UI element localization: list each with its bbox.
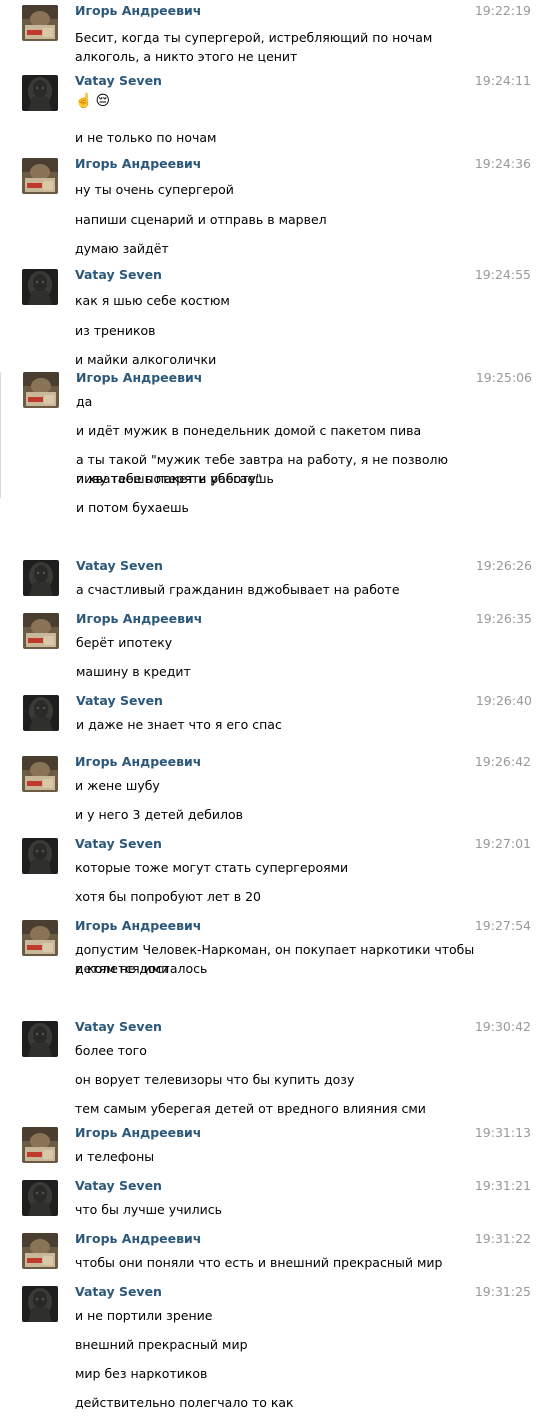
message-text: как я шью себе костюм <box>75 293 230 308</box>
message-text: и не портили зрение <box>75 1308 213 1323</box>
message-text: он ворует телевизоры что бы купить дозу <box>75 1072 355 1087</box>
message-text: и колется ими <box>75 961 170 976</box>
avatar-igor[interactable] <box>22 756 58 792</box>
author-name[interactable]: Игорь Андреевич <box>75 754 201 769</box>
message-text: и жене шубу <box>75 778 160 793</box>
author-name[interactable]: Игорь Андреевич <box>75 156 201 171</box>
pointing-up-emoji: ☝️ <box>75 93 93 109</box>
message-text: мир без наркотиков <box>75 1366 208 1381</box>
author-name[interactable]: Vatay Seven <box>75 1019 162 1034</box>
message-emoji: ☝️ 😔 <box>75 92 475 111</box>
message-text: и не только по ночам <box>75 130 217 145</box>
message-text: и потом бухаешь <box>76 500 189 515</box>
avatar-vatay[interactable] <box>23 695 59 731</box>
message-time[interactable]: 19:24:36 <box>475 156 531 171</box>
author-name[interactable]: Игорь Андреевич <box>75 918 201 933</box>
message-text: что бы лучше учились <box>75 1202 222 1217</box>
message-time[interactable]: 19:31:21 <box>475 1178 531 1193</box>
author-name[interactable]: Игорь Андреевич <box>76 370 202 385</box>
author-name[interactable]: Vatay Seven <box>75 1178 162 1193</box>
author-name[interactable]: Игорь Андреевич <box>76 611 202 626</box>
message-text: которые тоже могут стать супергероями <box>75 860 349 875</box>
message-text: тем самым уберегая детей от вредного вли… <box>75 1101 426 1116</box>
author-name[interactable]: Vatay Seven <box>75 836 162 851</box>
message-text: ну ты очень супергерой <box>75 182 234 197</box>
message-text: и майки алкоголички <box>75 352 217 367</box>
avatar-vatay[interactable] <box>22 1180 58 1216</box>
message-text: и даже не знает что я его спас <box>76 717 282 732</box>
message-time[interactable]: 19:27:01 <box>475 836 531 851</box>
avatar-igor[interactable] <box>22 920 58 956</box>
message-time[interactable]: 19:31:22 <box>475 1231 531 1246</box>
message-text: да <box>76 394 93 409</box>
avatar-igor[interactable] <box>22 158 58 194</box>
avatar-igor[interactable] <box>22 5 58 41</box>
message-time[interactable]: 19:31:13 <box>475 1125 531 1140</box>
avatar-igor[interactable] <box>23 613 59 649</box>
message-time[interactable]: 19:27:54 <box>475 918 531 933</box>
message-time[interactable]: 19:25:06 <box>476 370 532 385</box>
avatar-igor[interactable] <box>22 1127 58 1163</box>
message-text: и хватаешь пакет и убегаешь <box>76 471 274 486</box>
avatar-igor[interactable] <box>23 372 59 408</box>
message-text: действительно полегчало то как <box>75 1395 294 1410</box>
message-text: Бесит, когда ты супергерой, истребляющий… <box>75 30 433 64</box>
message-time[interactable]: 19:26:40 <box>476 693 532 708</box>
message-text: напиши сценарий и отправь в марвел <box>75 212 327 227</box>
message-text: машину в кредит <box>76 664 191 679</box>
avatar-vatay[interactable] <box>22 838 58 874</box>
message-time[interactable]: 19:22:19 <box>475 3 531 18</box>
pensive-face-emoji: 😔 <box>95 93 111 109</box>
message-time[interactable]: 19:30:42 <box>475 1019 531 1034</box>
message-text: внешний прекрасный мир <box>75 1337 248 1352</box>
avatar-vatay[interactable] <box>22 269 58 305</box>
message-time[interactable]: 19:26:26 <box>476 558 532 573</box>
message-time[interactable]: 19:31:25 <box>475 1284 531 1299</box>
message-time[interactable]: 19:26:35 <box>476 611 532 626</box>
message-time[interactable]: 19:24:11 <box>475 73 531 88</box>
message-time[interactable]: 19:24:55 <box>475 267 531 282</box>
message-time[interactable]: 19:26:42 <box>475 754 531 769</box>
author-name[interactable]: Vatay Seven <box>76 693 163 708</box>
message-text: и идёт мужик в понедельник домой с пакет… <box>76 423 422 438</box>
avatar-vatay[interactable] <box>22 75 58 111</box>
author-name[interactable]: Игорь Андреевич <box>75 1231 201 1246</box>
author-name[interactable]: Vatay Seven <box>75 267 162 282</box>
message-text: берёт ипотеку <box>76 635 173 650</box>
message-text: более того <box>75 1043 147 1058</box>
unread-marker <box>0 372 1 498</box>
message-text: и у него 3 детей дебилов <box>75 807 244 822</box>
message-text: хотя бы попробуют лет в 20 <box>75 889 262 904</box>
message-text: думаю зайдёт <box>75 241 169 256</box>
avatar-igor[interactable] <box>22 1233 58 1269</box>
message-text: из треников <box>75 323 156 338</box>
author-name[interactable]: Vatay Seven <box>76 558 163 573</box>
author-name[interactable]: Vatay Seven <box>75 1284 162 1299</box>
message-text: чтобы они поняли что есть и внешний прек… <box>75 1255 443 1270</box>
author-name[interactable]: Игорь Андреевич <box>75 3 201 18</box>
author-name[interactable]: Vatay Seven <box>75 73 162 88</box>
avatar-vatay[interactable] <box>22 1286 58 1322</box>
author-name[interactable]: Игорь Андреевич <box>75 1125 201 1140</box>
avatar-vatay[interactable] <box>22 1021 58 1057</box>
message-text: а счастливый гражданин вджобывает на раб… <box>76 582 400 597</box>
message-text: и телефоны <box>75 1149 155 1164</box>
avatar-vatay[interactable] <box>23 560 59 596</box>
